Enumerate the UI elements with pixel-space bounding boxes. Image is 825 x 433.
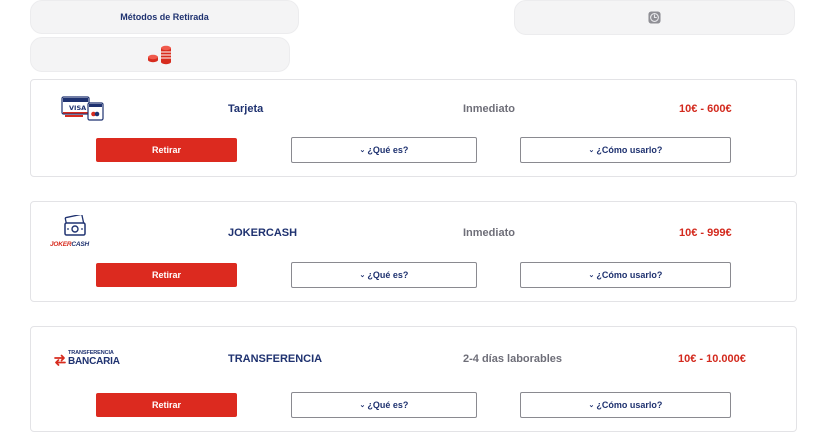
withdraw-button[interactable]: Retirar bbox=[96, 393, 237, 417]
what-is-it-button[interactable]: ⌄ ¿Qué es? bbox=[291, 392, 477, 418]
how-to-use-label: ¿Cómo usarlo? bbox=[596, 145, 663, 155]
tab-withdrawal-methods-label: Métodos de Retirada bbox=[120, 12, 209, 22]
method-amount-range: 10€ - 600€ bbox=[679, 103, 732, 115]
tab-processing-time[interactable] bbox=[514, 0, 795, 35]
withdraw-button[interactable]: Retirar bbox=[96, 263, 237, 287]
coin-stack-icon bbox=[148, 45, 171, 64]
transferencia-bancaria-logo: TRANSFERENCIA BANCARIA bbox=[53, 350, 133, 370]
cash-stack-icon bbox=[64, 215, 86, 236]
method-card-transferencia: TRANSFERENCIA BANCARIA TRANSFERENCIA 2-4… bbox=[30, 326, 797, 432]
how-to-use-label: ¿Cómo usarlo? bbox=[596, 270, 663, 280]
method-amount-range: 10€ - 999€ bbox=[679, 227, 732, 239]
method-amount-range: 10€ - 10.000€ bbox=[678, 353, 746, 365]
clock-icon bbox=[648, 11, 661, 24]
svg-text:VISA: VISA bbox=[69, 104, 86, 112]
chevron-down-icon: ⌄ bbox=[588, 272, 595, 279]
what-is-it-label: ¿Qué es? bbox=[367, 270, 409, 280]
method-processing-time: 2-4 días laborables bbox=[463, 353, 563, 365]
method-name: TRANSFERENCIA bbox=[228, 353, 323, 365]
how-to-use-button[interactable]: ⌄ ¿Cómo usarlo? bbox=[520, 137, 731, 163]
transfer-arrows-icon bbox=[54, 354, 66, 366]
what-is-it-label: ¿Qué es? bbox=[367, 400, 409, 410]
chevron-down-icon: ⌄ bbox=[588, 402, 595, 409]
withdraw-button[interactable]: Retirar bbox=[96, 138, 237, 162]
method-name: JOKERCASH bbox=[228, 227, 298, 239]
chevron-down-icon: ⌄ bbox=[359, 272, 366, 279]
method-card-tarjeta: VISA Tarjeta Inmediato 10€ - 600€ Retira… bbox=[30, 79, 797, 177]
method-name: Tarjeta bbox=[228, 103, 264, 115]
jokercash-logo-text: JOKERCASH bbox=[50, 241, 90, 248]
method-processing-time: Inmediato bbox=[463, 227, 515, 239]
how-to-use-button[interactable]: ⌄ ¿Cómo usarlo? bbox=[520, 262, 731, 288]
how-to-use-button[interactable]: ⌄ ¿Cómo usarlo? bbox=[520, 392, 731, 418]
tab-withdrawal-methods[interactable]: Métodos de Retirada bbox=[30, 0, 299, 34]
jokercash-logo: JOKERCASH bbox=[50, 215, 104, 253]
method-card-jokercash: JOKERCASH JOKERCASH Inmediato 10€ - 999€… bbox=[30, 201, 797, 302]
tab-amount-limits[interactable] bbox=[30, 37, 290, 72]
what-is-it-button[interactable]: ⌄ ¿Qué es? bbox=[291, 137, 477, 163]
what-is-it-button[interactable]: ⌄ ¿Qué es? bbox=[291, 262, 477, 288]
what-is-it-label: ¿Qué es? bbox=[367, 145, 409, 155]
chevron-down-icon: ⌄ bbox=[359, 147, 366, 154]
how-to-use-label: ¿Cómo usarlo? bbox=[596, 400, 663, 410]
method-processing-time: Inmediato bbox=[463, 103, 515, 115]
transferencia-logo-bottom-text: BANCARIA bbox=[68, 356, 120, 367]
chevron-down-icon: ⌄ bbox=[588, 147, 595, 154]
chevron-down-icon: ⌄ bbox=[359, 402, 366, 409]
visa-mastercard-cards-icon: VISA bbox=[61, 96, 104, 121]
